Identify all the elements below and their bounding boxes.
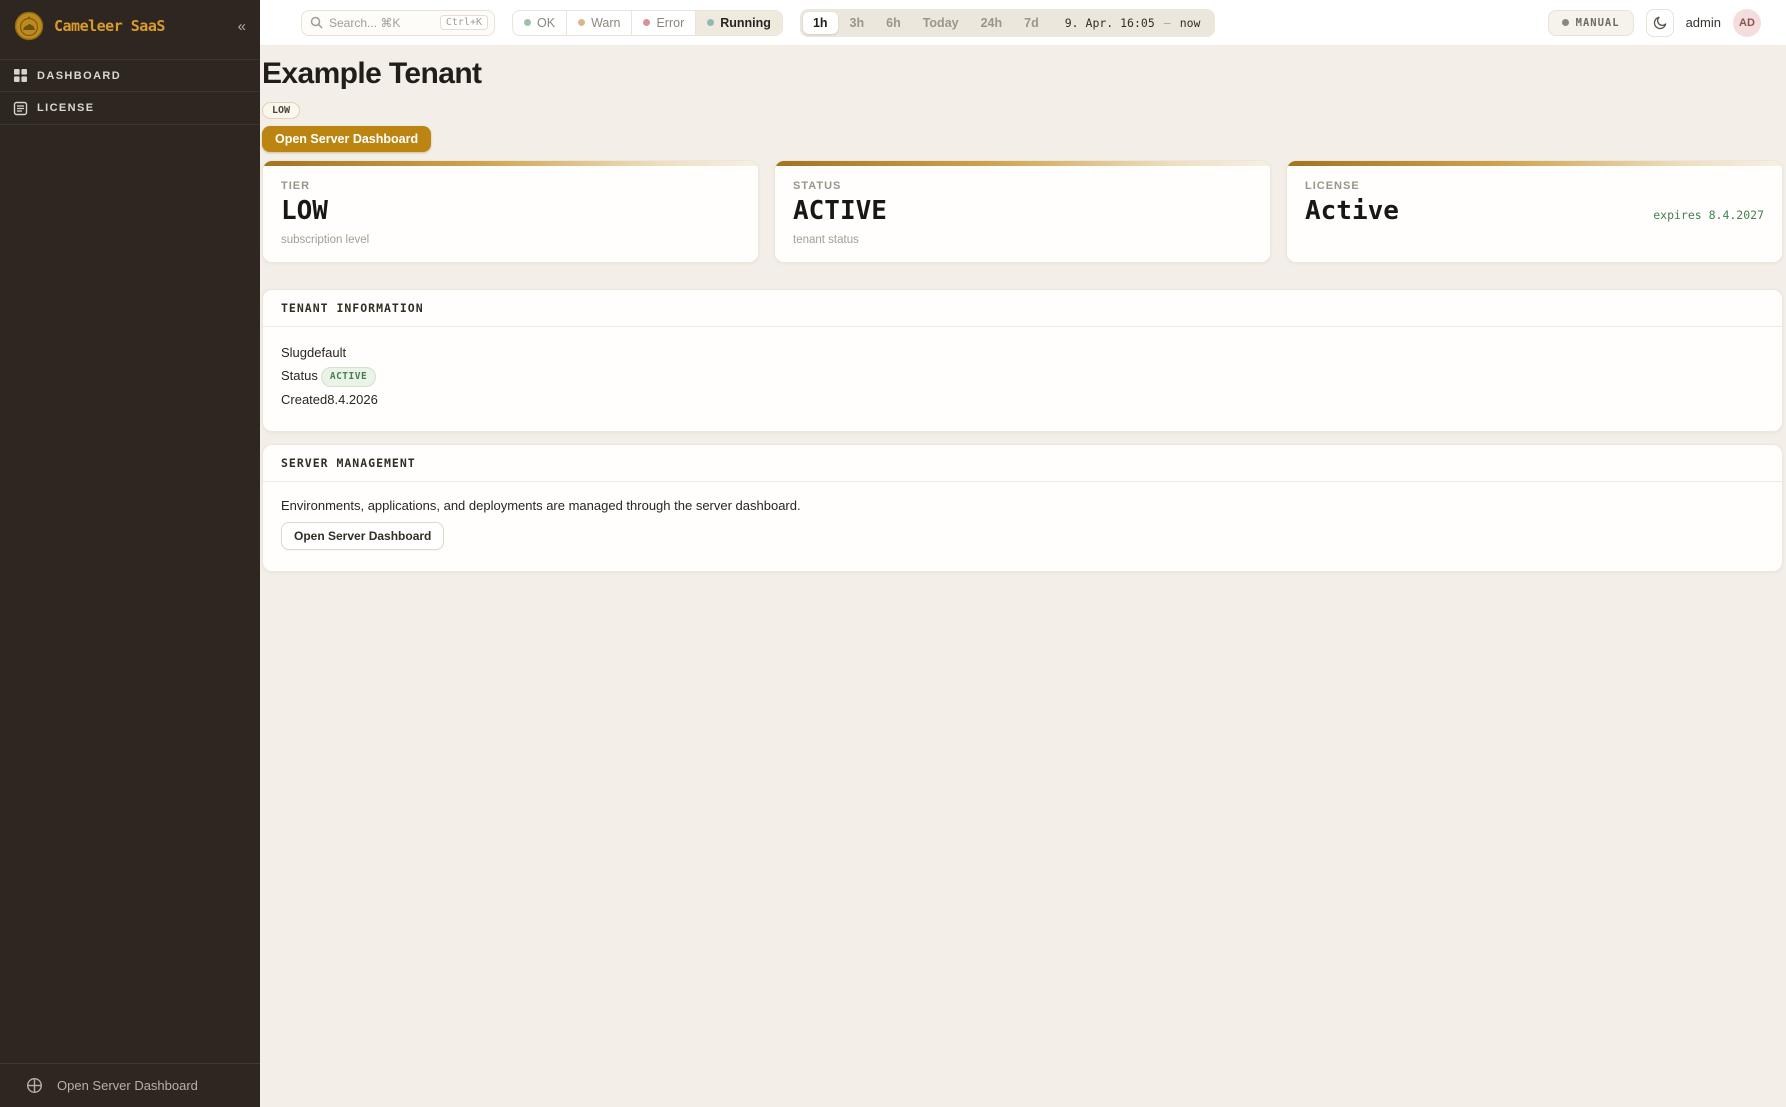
user-avatar[interactable]: AD bbox=[1733, 9, 1761, 37]
theme-toggle-button[interactable] bbox=[1646, 9, 1674, 37]
brand-title: Cameleer SaaS bbox=[54, 17, 165, 35]
tenant-information-title: TENANT INFORMATION bbox=[263, 290, 1782, 327]
time-separator: — bbox=[1155, 16, 1180, 30]
status-filter-error[interactable]: Error bbox=[631, 11, 695, 35]
tenant-status-row: StatusACTIVE bbox=[281, 366, 1764, 387]
main-content: Example Tenant LOW Open Server Dashboard… bbox=[260, 0, 1786, 572]
sidebar-open-server-dashboard[interactable]: Open Server Dashboard bbox=[0, 1063, 260, 1107]
sidebar-nav: DASHBOARD LICENSE bbox=[0, 59, 260, 125]
status-filter-label: Error bbox=[656, 16, 684, 30]
ok-status-dot bbox=[524, 19, 531, 26]
status-label: Status bbox=[281, 368, 318, 383]
created-label: Created bbox=[281, 392, 327, 407]
sidebar-footer-label: Open Server Dashboard bbox=[57, 1078, 198, 1093]
time-to: now bbox=[1180, 16, 1201, 30]
page-title: Example Tenant bbox=[262, 57, 1783, 91]
created-value: 8.4.2026 bbox=[327, 392, 378, 407]
status-filter-running[interactable]: Running bbox=[695, 11, 782, 35]
time-range-1h[interactable]: 1h bbox=[803, 12, 838, 34]
brand-logo-icon bbox=[14, 11, 44, 41]
search-input[interactable] bbox=[329, 16, 433, 30]
tier-badge-row: LOW bbox=[262, 100, 1783, 126]
status-filter-warn[interactable]: Warn bbox=[566, 11, 631, 35]
status-filter-label: Warn bbox=[591, 16, 620, 30]
server-management-description: Environments, applications, and deployme… bbox=[281, 498, 1764, 513]
status-filter-label: Running bbox=[720, 16, 771, 30]
topbar-right-cluster: MANUAL admin AD bbox=[1548, 9, 1761, 37]
time-range-3h[interactable]: 3h bbox=[840, 12, 875, 34]
time-range-display: 9. Apr. 16:05 — now bbox=[1051, 16, 1213, 30]
sidebar-item-dashboard[interactable]: DASHBOARD bbox=[0, 59, 260, 92]
status-card-value: ACTIVE bbox=[793, 198, 887, 225]
slug-label: Slug bbox=[281, 345, 307, 360]
search-shortcut-badge: Ctrl+K bbox=[440, 15, 488, 30]
warn-status-dot bbox=[578, 19, 585, 26]
moon-icon bbox=[1652, 15, 1668, 31]
license-card-label: LICENSE bbox=[1305, 180, 1764, 192]
username-label: admin bbox=[1686, 15, 1721, 30]
tenant-information-section: TENANT INFORMATION Slugdefault StatusACT… bbox=[262, 289, 1783, 431]
status-card: STATUS ACTIVE tenant status bbox=[774, 160, 1271, 263]
manual-label: MANUAL bbox=[1576, 17, 1620, 29]
tier-card-sublabel: subscription level bbox=[281, 234, 740, 246]
manual-dot bbox=[1562, 19, 1569, 26]
slug-value: default bbox=[307, 345, 346, 360]
server-management-title: SERVER MANAGEMENT bbox=[263, 445, 1782, 482]
tier-card-label: TIER bbox=[281, 180, 740, 192]
tier-card-value: LOW bbox=[281, 198, 328, 225]
time-range-6h[interactable]: 6h bbox=[876, 12, 911, 34]
sidebar-collapse-icon[interactable]: « bbox=[238, 19, 246, 34]
tier-badge: LOW bbox=[262, 102, 300, 119]
running-status-dot bbox=[707, 19, 714, 26]
globe-icon bbox=[26, 1077, 43, 1094]
active-status-badge: ACTIVE bbox=[321, 367, 376, 387]
server-management-section: SERVER MANAGEMENT Environments, applicat… bbox=[262, 444, 1783, 572]
time-range-group: 1h 3h 6h Today 24h 7d 9. Apr. 16:05 — no… bbox=[800, 9, 1216, 37]
tenant-slug-row: Slugdefault bbox=[281, 343, 1764, 363]
tenant-created-row: Created8.4.2026 bbox=[281, 390, 1764, 410]
search-icon bbox=[310, 16, 323, 29]
license-card-value: Active bbox=[1305, 198, 1399, 225]
time-range-24h[interactable]: 24h bbox=[971, 12, 1013, 34]
open-server-dashboard-secondary-button[interactable]: Open Server Dashboard bbox=[281, 522, 444, 550]
time-range-today[interactable]: Today bbox=[913, 12, 969, 34]
status-card-label: STATUS bbox=[793, 180, 1252, 192]
search-box[interactable]: Ctrl+K bbox=[301, 10, 495, 36]
topbar: Ctrl+K OK Warn Error Running 1h 3h 6h To… bbox=[260, 0, 1786, 46]
open-server-dashboard-button[interactable]: Open Server Dashboard bbox=[262, 126, 431, 152]
sidebar-item-license[interactable]: LICENSE bbox=[0, 92, 260, 125]
sidebar-header: Cameleer SaaS « bbox=[0, 0, 260, 52]
status-filter-group: OK Warn Error Running bbox=[512, 10, 783, 36]
document-icon bbox=[13, 101, 28, 116]
error-status-dot bbox=[643, 19, 650, 26]
status-filter-ok[interactable]: OK bbox=[513, 11, 566, 35]
license-expiry: expires 8.4.2027 bbox=[1653, 208, 1764, 222]
stat-cards-row: TIER LOW subscription level STATUS ACTIV… bbox=[262, 160, 1783, 263]
time-from: 9. Apr. 16:05 bbox=[1065, 16, 1155, 30]
sidebar-item-label: LICENSE bbox=[37, 102, 94, 114]
status-filter-label: OK bbox=[537, 16, 555, 30]
sidebar-item-label: DASHBOARD bbox=[37, 70, 121, 82]
license-card: LICENSE Active expires 8.4.2027 bbox=[1286, 160, 1783, 263]
status-card-sublabel: tenant status bbox=[793, 234, 1252, 246]
tier-card: TIER LOW subscription level bbox=[262, 160, 759, 263]
sidebar: Cameleer SaaS « DASHBOARD LICENSE Open S… bbox=[0, 0, 260, 1107]
manual-mode-button[interactable]: MANUAL bbox=[1548, 10, 1634, 36]
grid-icon bbox=[13, 68, 28, 83]
time-range-7d[interactable]: 7d bbox=[1014, 12, 1049, 34]
